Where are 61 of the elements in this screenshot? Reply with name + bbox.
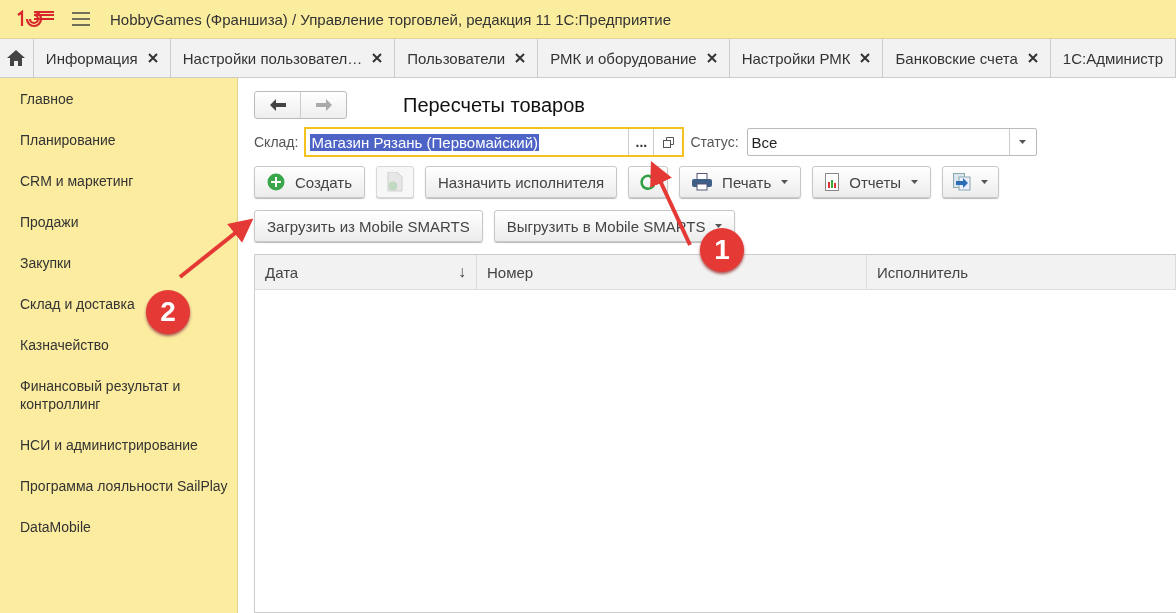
sidebar-item[interactable]: Склад и доставка — [0, 294, 137, 313]
tab-label: Информация — [45, 49, 138, 67]
tab[interactable]: Пользователи — [395, 39, 539, 77]
field-value: Магазин Рязань (Первомайский) — [310, 133, 539, 151]
window-title: HobbyGames (Франшиза) / Управление торговлей, редакция 11 1С:Предприятие — [110, 10, 672, 28]
sort-arrow: ↓ — [458, 263, 466, 281]
export-button[interactable] — [942, 166, 1000, 198]
forward-arrow-icon — [315, 99, 332, 111]
close-icon[interactable] — [515, 53, 526, 63]
sidebar-item[interactable]: Финансовый результат и контроллинг — [0, 376, 237, 413]
menu-icon[interactable] — [72, 12, 90, 26]
import-button[interactable]: Загрузить из Mobile SMARTS — [254, 210, 483, 242]
document-plus-icon — [387, 172, 403, 192]
tab-label: Настройки пользовател… — [182, 49, 363, 67]
tab[interactable]: РМК и оборудование — [538, 39, 730, 77]
open-window-icon — [662, 136, 674, 148]
plus-circle-icon — [267, 173, 285, 191]
sidebar-item[interactable]: Закупки — [0, 253, 74, 272]
close-icon[interactable] — [147, 53, 158, 63]
sidebar-item[interactable]: Планирование — [0, 130, 118, 149]
close-icon[interactable] — [1027, 53, 1038, 63]
field-label: Статус: — [690, 134, 739, 150]
sidebar-item[interactable]: CRM и маркетинг — [0, 171, 136, 190]
caret-icon — [1019, 140, 1027, 144]
sidebar-item[interactable]: Программа лояльности SailPlay — [0, 476, 230, 495]
sidebar-item[interactable]: НСИ и администрирование — [0, 435, 200, 454]
column-header[interactable]: Исполнитель — [867, 255, 1176, 289]
tab-label: РМК и оборудование — [550, 49, 697, 67]
column-header[interactable]: Дата ↓ — [255, 255, 477, 289]
tab[interactable]: Банковские счета — [883, 39, 1051, 77]
tab[interactable]: Настройки пользовател… — [170, 39, 396, 77]
reports-button[interactable]: Отчеты — [812, 166, 932, 198]
printer-icon — [692, 173, 713, 191]
export-icon — [953, 173, 972, 191]
close-icon[interactable] — [860, 53, 871, 63]
tab-label: Банковские счета — [895, 49, 1018, 67]
sidebar-item[interactable]: Продажи — [0, 212, 81, 231]
report-chart-icon — [825, 173, 840, 191]
close-icon[interactable] — [372, 53, 383, 63]
status-select[interactable]: Все — [746, 128, 1037, 156]
warehouse-field[interactable]: Магазин Рязань (Первомайский) ... — [304, 127, 685, 157]
tab-label: Пользователи — [407, 49, 506, 67]
choose-button[interactable]: ... — [628, 129, 654, 155]
sidebar-item[interactable]: DataMobile — [0, 517, 93, 536]
field-label: Склад: — [254, 134, 299, 150]
tab[interactable]: Настройки РМК — [729, 39, 884, 77]
print-button[interactable]: Печать — [679, 166, 802, 198]
assign-button[interactable]: Назначить исполнителя — [425, 166, 618, 198]
logo-icon — [16, 9, 56, 29]
sidebar-item[interactable]: Главное — [0, 89, 76, 108]
back-arrow-icon — [269, 99, 286, 111]
refresh-icon — [639, 173, 658, 191]
tab[interactable]: 1С:Администр — [1050, 39, 1176, 77]
tab[interactable]: Информация — [33, 39, 171, 77]
close-icon[interactable] — [706, 53, 717, 63]
tab-label: 1С:Администр — [1062, 49, 1163, 67]
home-icon — [7, 50, 26, 66]
sidebar-item[interactable]: Казначейство — [0, 335, 111, 354]
tab-label: Настройки РМК — [741, 49, 851, 67]
create-button[interactable]: Создать — [254, 166, 365, 198]
form-title: Пересчеты товаров — [403, 93, 585, 117]
